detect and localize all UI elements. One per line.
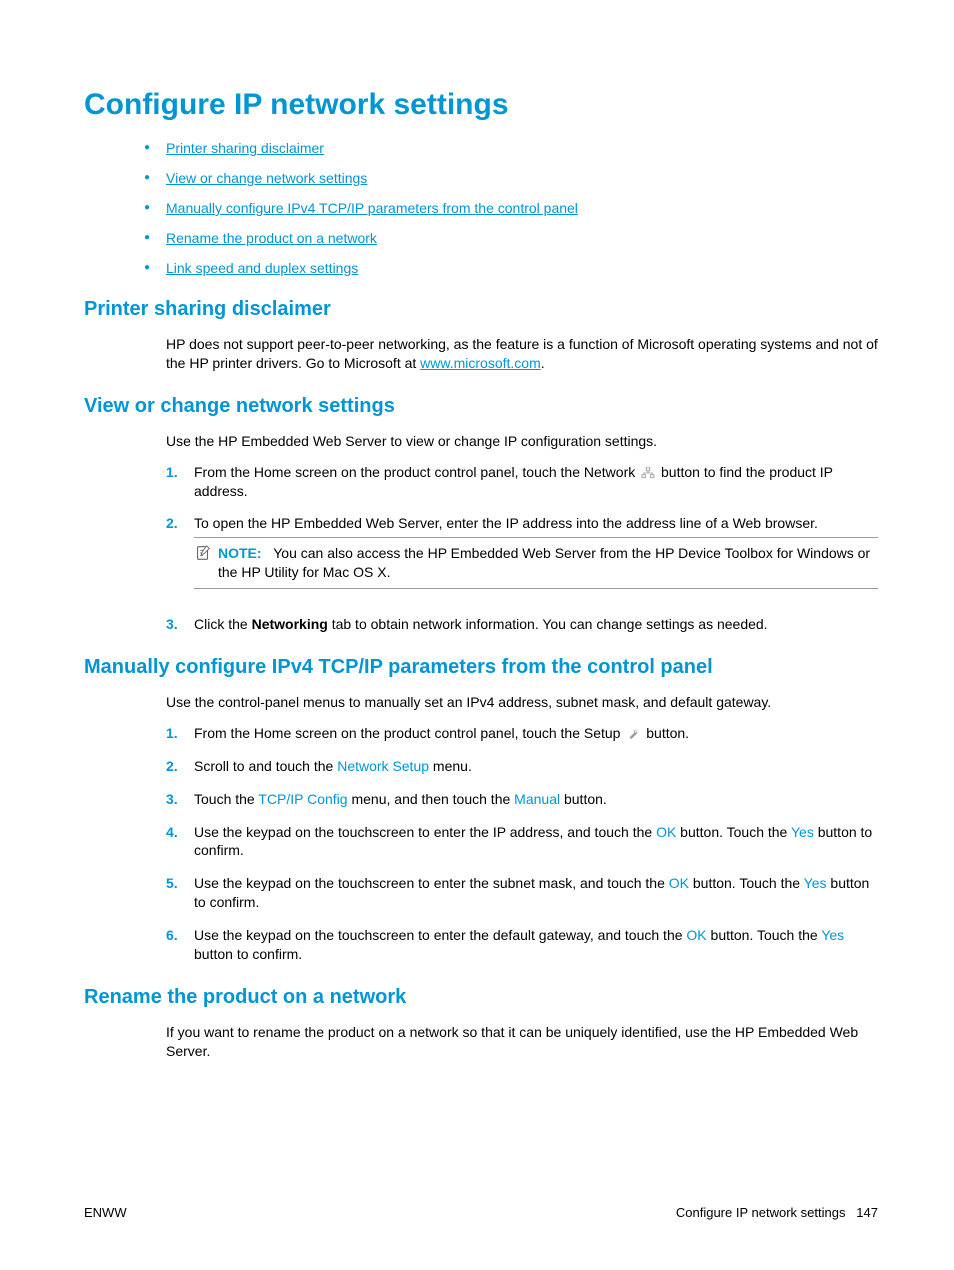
section-heading: Printer sharing disclaimer <box>84 298 878 321</box>
microsoft-link[interactable]: www.microsoft.com <box>420 355 541 371</box>
toc-link[interactable]: View or change network settings <box>166 170 367 186</box>
toc-list: Printer sharing disclaimer View or chang… <box>166 140 878 276</box>
ordered-list: 1. From the Home screen on the product c… <box>166 724 878 964</box>
wrench-icon <box>626 728 640 740</box>
section-heading: View or change network settings <box>84 395 878 418</box>
paragraph: Use the HP Embedded Web Server to view o… <box>166 432 878 451</box>
page-footer: ENWW Configure IP network settings 147 <box>84 1205 878 1220</box>
step-number: 1. <box>166 463 194 501</box>
note-icon <box>194 544 212 562</box>
toc-link[interactable]: Rename the product on a network <box>166 230 377 246</box>
list-item: 6. Use the keypad on the touchscreen to … <box>166 926 878 964</box>
list-item: 1. From the Home screen on the product c… <box>166 463 878 501</box>
ordered-list: 1. From the Home screen on the product c… <box>166 463 878 634</box>
step-number: 4. <box>166 823 194 861</box>
list-item: 2. To open the HP Embedded Web Server, e… <box>166 514 878 601</box>
step-number: 1. <box>166 724 194 743</box>
footer-right: Configure IP network settings 147 <box>676 1205 878 1220</box>
toc-link[interactable]: Printer sharing disclaimer <box>166 140 324 156</box>
list-item: 2. Scroll to and touch the Network Setup… <box>166 757 878 776</box>
note-box: NOTE: You can also access the HP Embedde… <box>194 537 878 589</box>
step-number: 5. <box>166 874 194 912</box>
page-title: Configure IP network settings <box>84 88 878 122</box>
step-number: 3. <box>166 790 194 809</box>
list-item: 1. From the Home screen on the product c… <box>166 724 878 743</box>
section-heading: Manually configure IPv4 TCP/IP parameter… <box>84 656 878 679</box>
step-number: 3. <box>166 615 194 634</box>
note-label: NOTE: <box>218 545 262 561</box>
paragraph: If you want to rename the product on a n… <box>166 1023 878 1061</box>
list-item: 4. Use the keypad on the touchscreen to … <box>166 823 878 861</box>
footer-left: ENWW <box>84 1205 127 1220</box>
paragraph: Use the control-panel menus to manually … <box>166 693 878 712</box>
section-heading: Rename the product on a network <box>84 986 878 1009</box>
step-number: 6. <box>166 926 194 964</box>
list-item: 5. Use the keypad on the touchscreen to … <box>166 874 878 912</box>
step-number: 2. <box>166 514 194 601</box>
list-item: 3. Click the Networking tab to obtain ne… <box>166 615 878 634</box>
network-icon <box>641 467 655 479</box>
list-item: 3. Touch the TCP/IP Config menu, and the… <box>166 790 878 809</box>
toc-link[interactable]: Manually configure IPv4 TCP/IP parameter… <box>166 200 578 216</box>
paragraph: HP does not support peer-to-peer network… <box>166 335 878 373</box>
step-number: 2. <box>166 757 194 776</box>
toc-link[interactable]: Link speed and duplex settings <box>166 260 358 276</box>
